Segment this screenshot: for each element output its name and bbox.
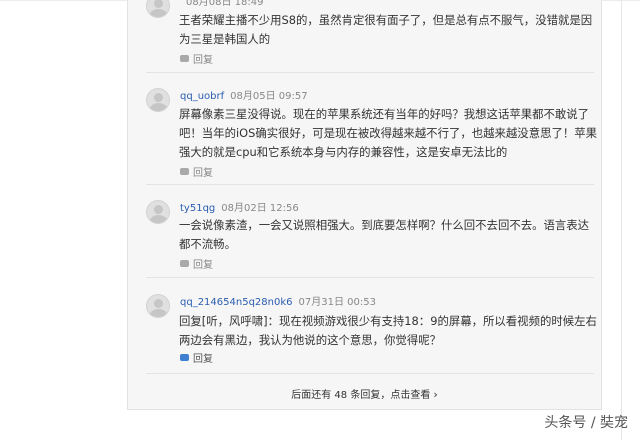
comment-meta: ty51qg 08月02日 12:56 (180, 199, 299, 214)
avatar[interactable] (146, 88, 170, 112)
reply-button[interactable]: 回复 (180, 164, 213, 179)
comment-bubble-icon (180, 168, 189, 175)
comment-bubble-icon (180, 55, 189, 62)
divider (146, 373, 594, 374)
reply-label: 回复 (193, 260, 213, 271)
comment-bubble-icon (180, 354, 189, 361)
reply-panel: 08月08日 18:49 王者荣耀主播不少用S8的，虽然肯定很有面子了，但是总有… (127, 0, 602, 410)
comment-text: 屏幕像素三星没得说。现在的苹果系统还有当年的好吗？我想这话苹果都不敢说了吧！当年… (179, 107, 598, 159)
comment-username[interactable]: qq_214654n5q28n0k6 (180, 297, 293, 308)
reply-button[interactable]: 回复 (180, 350, 213, 365)
reply-label: 回复 (193, 55, 213, 66)
divider (146, 277, 594, 278)
avatar[interactable] (146, 200, 170, 224)
load-more-replies[interactable]: 后面还有 48 条回复，点击查看 › (128, 386, 601, 401)
avatar[interactable] (146, 294, 170, 318)
comment-text: 王者荣耀主播不少用S8的，虽然肯定很有面子了，但是总有点不服气，没错就是因为三星… (179, 13, 593, 46)
comment-username[interactable]: qq_uobrf (180, 91, 224, 102)
comment-date: 07月31日 00:53 (298, 297, 376, 308)
comment-date: 08月08日 18:49 (186, 0, 264, 8)
comment-username[interactable]: ty51qg (180, 203, 215, 214)
comment-meta: qq_214654n5q28n0k6 07月31日 00:53 (180, 293, 376, 308)
chevron-right-icon: › (433, 388, 438, 401)
reply-label: 回复 (193, 354, 213, 365)
load-more-label: 后面还有 48 条回复，点击查看 (291, 390, 431, 401)
page-divider (621, 0, 622, 440)
comment-meta: qq_uobrf 08月05日 09:57 (180, 87, 308, 102)
reply-button[interactable]: 回复 (180, 256, 213, 271)
comment-date: 08月05日 09:57 (230, 91, 308, 102)
comment-meta: 08月08日 18:49 (180, 0, 263, 8)
comment-date: 08月02日 12:56 (221, 203, 299, 214)
reply-label: 回复 (193, 168, 213, 179)
divider (146, 72, 594, 73)
divider (146, 184, 594, 185)
reply-button[interactable]: 回复 (180, 51, 213, 66)
comment-text: 一会说像素渣，一会又说照相强大。到底要怎样啊？什么回不去回不去。语言表达都不流畅… (179, 218, 590, 251)
comment-bubble-icon (180, 260, 189, 267)
comment-text: 回复[听，风呼啸]：现在视频游戏很少有支持18：9的屏幕，所以看视频的时候左右两… (179, 314, 597, 347)
avatar[interactable] (146, 0, 170, 18)
watermark: 头条号 / 奘宠 (544, 415, 628, 431)
